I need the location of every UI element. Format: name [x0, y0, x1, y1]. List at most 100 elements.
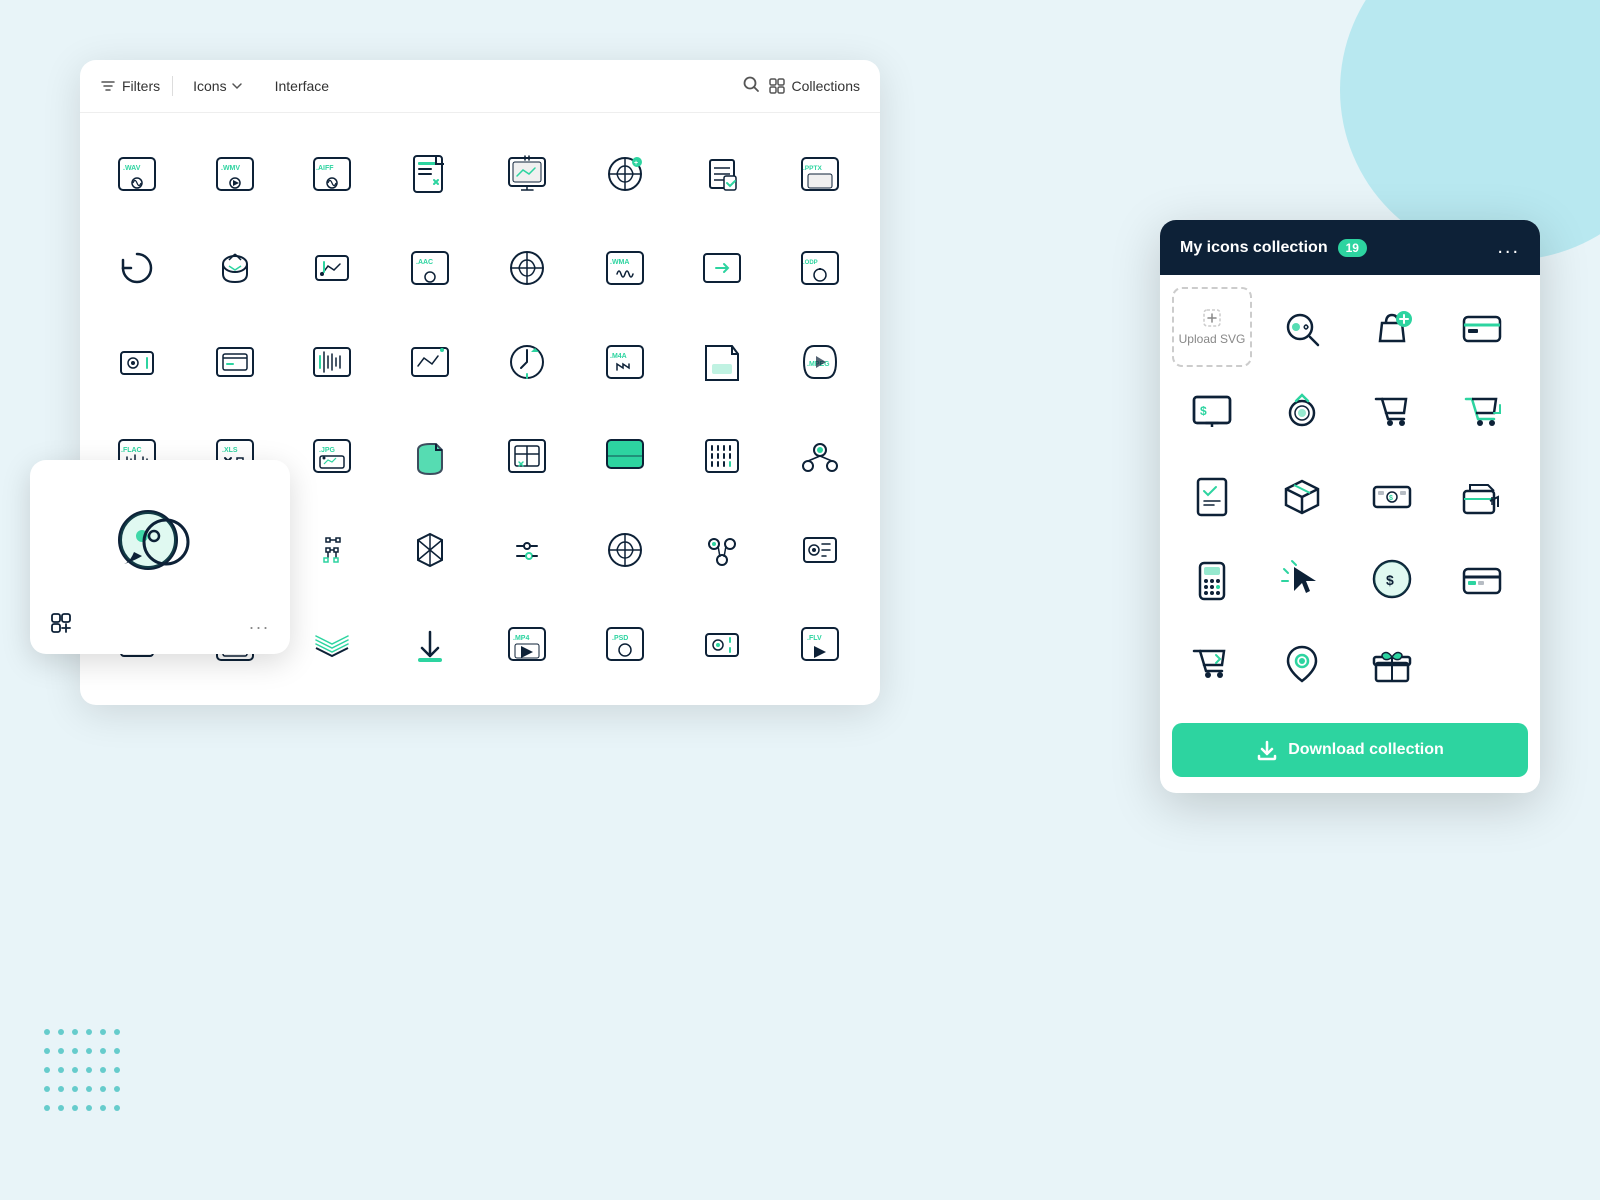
icons-dropdown-label: Icons: [193, 78, 226, 94]
list-item[interactable]: .AIFF: [287, 129, 377, 219]
list-item[interactable]: [677, 599, 767, 689]
more-options-button[interactable]: ...: [249, 613, 270, 634]
icons-dropdown[interactable]: Icons: [185, 74, 250, 98]
coll-icon-8[interactable]: [1172, 455, 1252, 535]
svg-text:$: $: [1386, 572, 1394, 588]
list-item[interactable]: [482, 129, 572, 219]
list-item[interactable]: [287, 599, 377, 689]
list-item[interactable]: [677, 317, 767, 407]
coll-icon-10[interactable]: $: [1352, 455, 1432, 535]
svg-text:$: $: [1389, 495, 1393, 502]
svg-text:$: $: [1200, 404, 1207, 418]
svg-text:.JPG: .JPG: [319, 447, 336, 454]
list-item[interactable]: [190, 317, 280, 407]
svg-text:.FLV: .FLV: [807, 635, 822, 642]
list-item[interactable]: [385, 129, 475, 219]
svg-text:.PSD: .PSD: [612, 635, 628, 642]
download-collection-button[interactable]: Download collection: [1172, 723, 1528, 777]
dot-grid: [40, 1025, 124, 1120]
collections-icon: [768, 77, 786, 95]
collection-more-button[interactable]: ...: [1497, 236, 1520, 259]
svg-text:.PPTX: .PPTX: [803, 165, 822, 172]
svg-text:.XLS: .XLS: [222, 447, 238, 454]
coll-icon-15[interactable]: [1442, 539, 1522, 619]
search-area: Interface: [263, 72, 730, 100]
list-item[interactable]: [677, 505, 767, 595]
upload-label: Upload SVG: [1179, 332, 1246, 346]
list-item[interactable]: .WMA: [580, 223, 670, 313]
toolbar-divider: [172, 76, 173, 96]
coll-icon-14[interactable]: $: [1352, 539, 1432, 619]
list-item[interactable]: .PSD: [580, 599, 670, 689]
list-item[interactable]: [677, 411, 767, 501]
svg-text:.WMV: .WMV: [221, 165, 240, 172]
list-item[interactable]: [677, 223, 767, 313]
list-item[interactable]: [287, 317, 377, 407]
list-item[interactable]: [385, 317, 475, 407]
search-query: Interface: [275, 78, 329, 94]
coll-icon-2[interactable]: [1352, 287, 1432, 367]
list-item[interactable]: .JPG: [287, 411, 377, 501]
search-button[interactable]: [742, 75, 760, 98]
filter-icon: [100, 78, 116, 94]
list-item[interactable]: .FLV: [775, 599, 865, 689]
coll-icon-13[interactable]: [1262, 539, 1342, 619]
coll-icon-4[interactable]: $: [1172, 371, 1252, 451]
coll-icon-3[interactable]: [1442, 287, 1522, 367]
list-item[interactable]: [482, 505, 572, 595]
toolbar-right: Collections: [742, 75, 860, 98]
list-item[interactable]: [580, 411, 670, 501]
list-item[interactable]: [287, 223, 377, 313]
collection-panel: My icons collection 19 ... Upload SVG: [1160, 220, 1540, 793]
collections-button[interactable]: Collections: [768, 77, 860, 95]
list-item[interactable]: .WAV: [92, 129, 182, 219]
list-item[interactable]: +: [580, 129, 670, 219]
toolbar: Filters Icons Interface: [80, 60, 880, 113]
list-item[interactable]: [385, 411, 475, 501]
filters-label: Filters: [122, 78, 160, 94]
list-item[interactable]: [580, 505, 670, 595]
list-item[interactable]: [677, 129, 767, 219]
svg-text:.WAV: .WAV: [123, 165, 141, 172]
list-item[interactable]: .MP4: [482, 599, 572, 689]
coll-icon-18[interactable]: [1352, 623, 1432, 703]
coll-icon-7[interactable]: [1442, 371, 1522, 451]
collection-count: 19: [1338, 239, 1367, 257]
list-item[interactable]: [92, 223, 182, 313]
collection-title: My icons collection: [1180, 239, 1328, 257]
coll-icon-12[interactable]: [1172, 539, 1252, 619]
list-item[interactable]: .M4A: [580, 317, 670, 407]
list-item[interactable]: [482, 223, 572, 313]
list-item[interactable]: [482, 411, 572, 501]
list-item[interactable]: .PPTX: [775, 129, 865, 219]
coll-icon-11[interactable]: [1442, 455, 1522, 535]
coll-icon-17[interactable]: [1262, 623, 1342, 703]
list-item[interactable]: .MPEG: [775, 317, 865, 407]
coll-icon-9[interactable]: [1262, 455, 1342, 535]
coll-icon-5[interactable]: [1262, 371, 1342, 451]
list-item[interactable]: [385, 505, 475, 595]
list-item[interactable]: [190, 223, 280, 313]
list-item[interactable]: [775, 505, 865, 595]
add-to-collection-button[interactable]: [50, 612, 72, 634]
svg-text:.ODP: .ODP: [803, 260, 818, 266]
upload-svg-button[interactable]: Upload SVG: [1172, 287, 1252, 367]
coll-icon-6[interactable]: [1352, 371, 1432, 451]
list-item[interactable]: [775, 411, 865, 501]
list-item[interactable]: [482, 317, 572, 407]
add-grid-icon: [50, 612, 72, 634]
floating-icon: [100, 480, 220, 600]
list-item[interactable]: [287, 505, 377, 595]
list-item[interactable]: .ODP: [775, 223, 865, 313]
svg-text:.AAC: .AAC: [416, 259, 433, 266]
list-item[interactable]: [385, 599, 475, 689]
filters-button[interactable]: Filters: [100, 78, 160, 94]
collection-title-area: My icons collection 19: [1180, 239, 1367, 257]
collection-icons-grid: Upload SVG: [1160, 275, 1540, 715]
coll-icon-1[interactable]: [1262, 287, 1342, 367]
list-item[interactable]: .WMV: [190, 129, 280, 219]
list-item[interactable]: [92, 317, 182, 407]
list-item[interactable]: .AAC: [385, 223, 475, 313]
svg-text:.MP4: .MP4: [513, 635, 529, 642]
coll-icon-16[interactable]: [1172, 623, 1252, 703]
